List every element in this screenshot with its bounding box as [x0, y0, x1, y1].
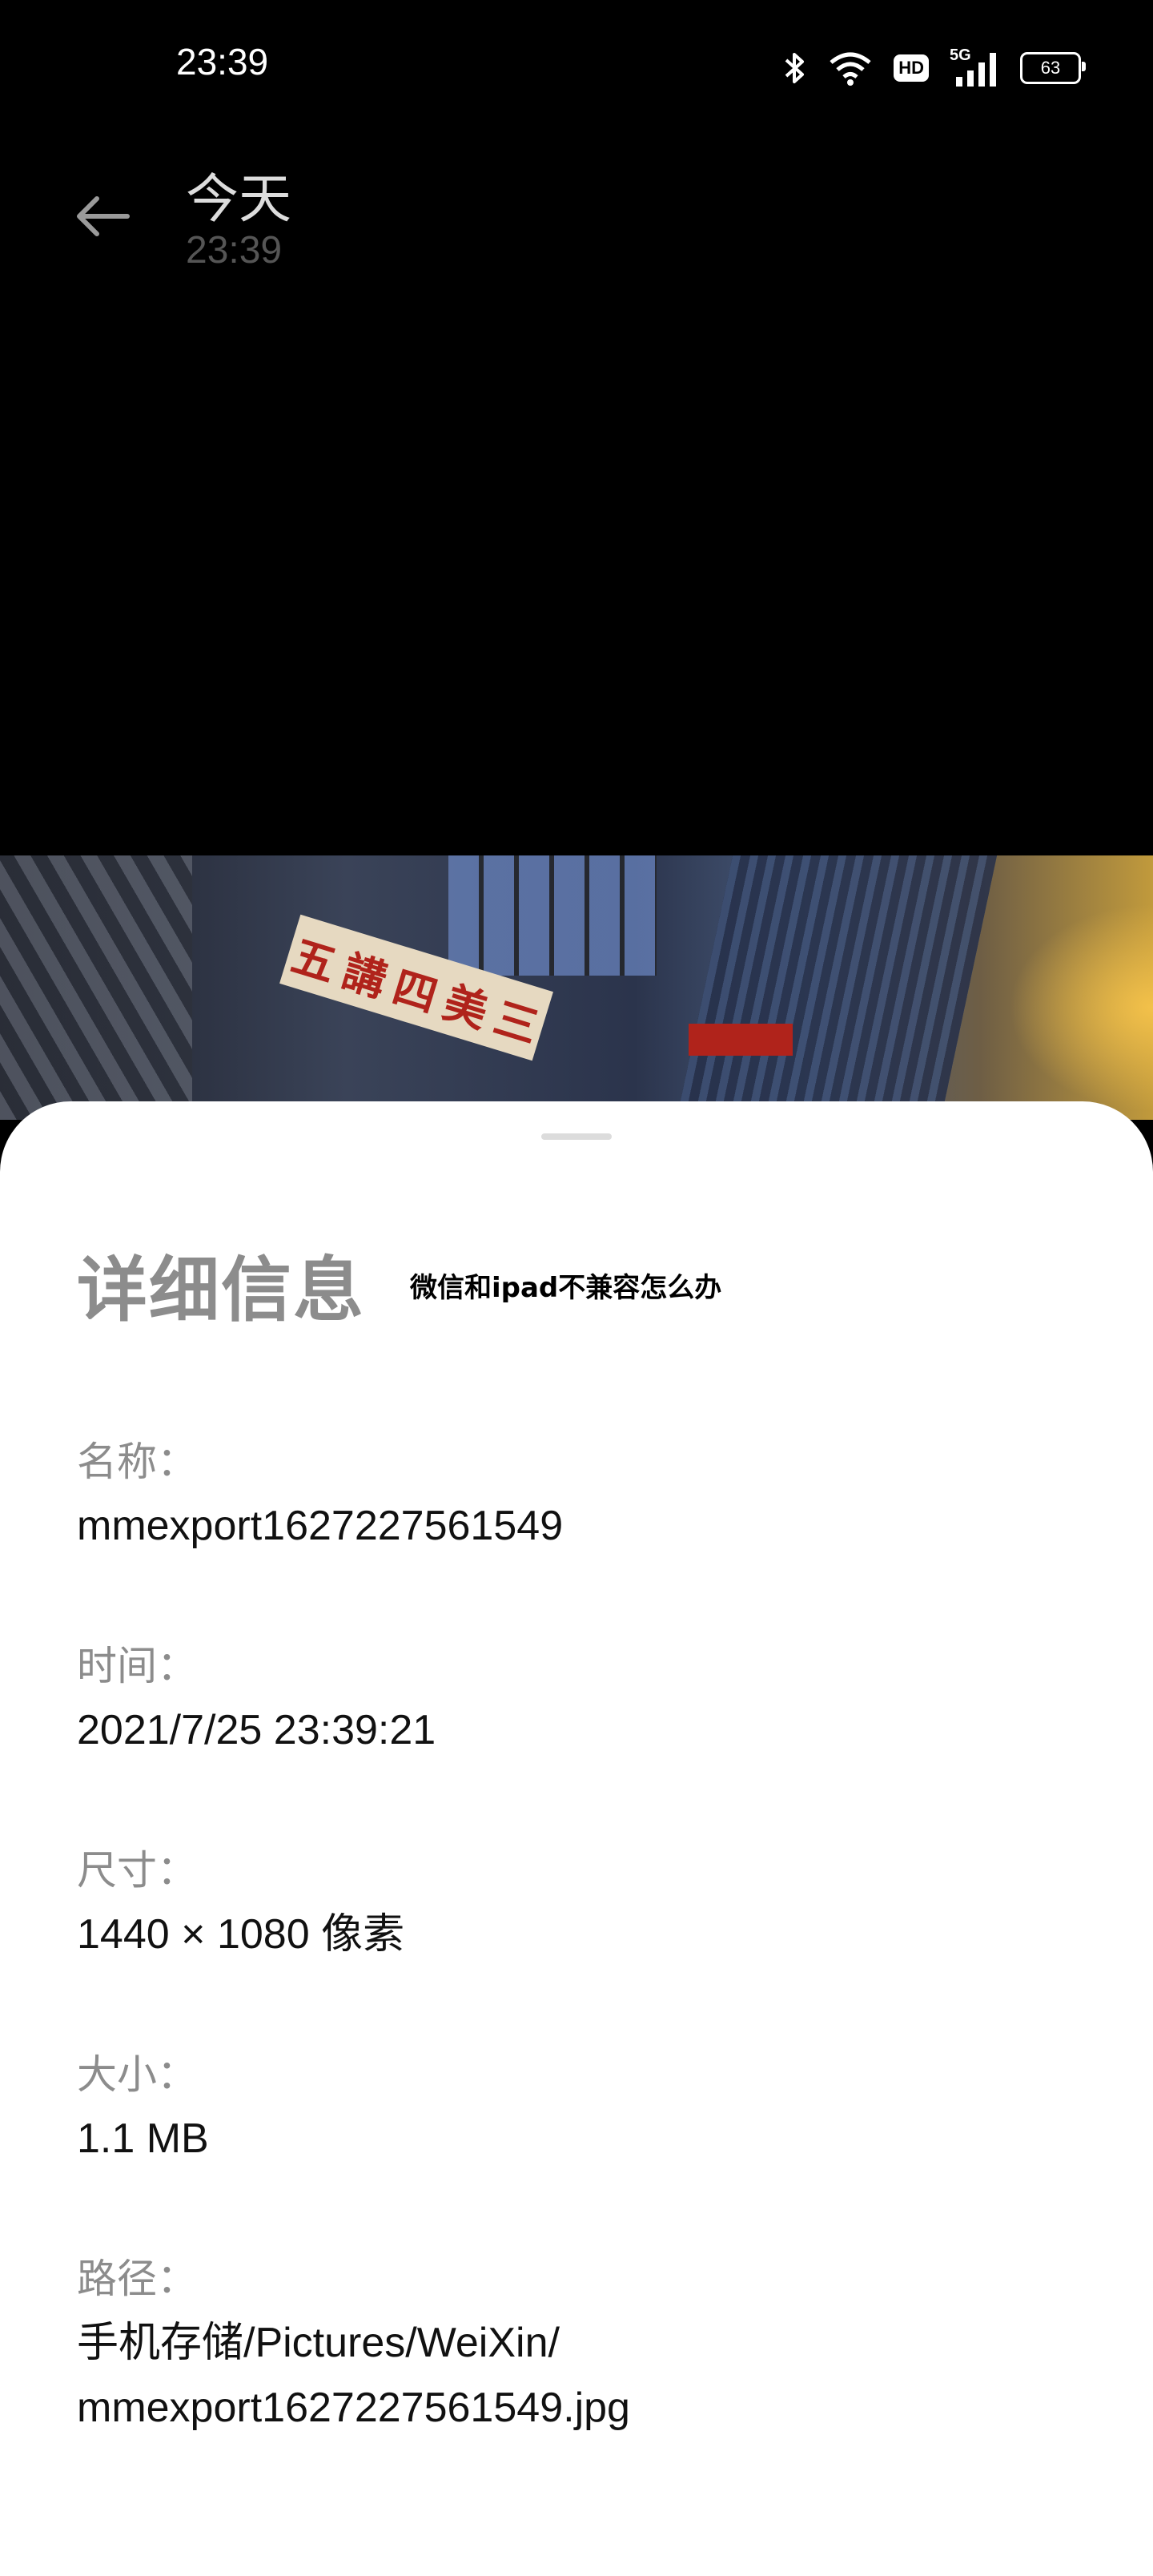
- field-label: 名称：: [77, 1439, 197, 1485]
- sign-char: 五: [286, 929, 343, 992]
- battery-level: 63: [1040, 58, 1061, 78]
- sign-char: 三: [488, 991, 545, 1053]
- field-value: mmexport1627227561549: [77, 1503, 564, 1549]
- field-label: 尺寸：: [77, 1847, 197, 1894]
- field-path: 路径： 手机存储/Pictures/WeiXin/ mmexport162722…: [77, 2247, 1078, 2440]
- field-value[interactable]: 手机存储/Pictures/WeiXin/ mmexport1627227561…: [77, 2311, 1078, 2440]
- field-value: 1440 × 1080 像素: [77, 1911, 405, 1958]
- details-sheet: 详细信息 微信和ipad不兼容怎么办 名称： mmexport162722756…: [0, 1101, 1153, 2576]
- back-button[interactable]: [70, 184, 135, 248]
- sheet-title: 详细信息: [77, 1249, 366, 1331]
- field-name: 名称： mmexport1627227561549: [77, 1430, 1078, 1559]
- status-time: 23:39: [176, 41, 269, 83]
- page-title: 今天: [186, 168, 291, 230]
- watermark-text: 微信和ipad不兼容怎么办: [410, 1272, 722, 1304]
- field-dimensions: 尺寸： 1440 × 1080 像素: [77, 1838, 1078, 1967]
- photo-building-left: [0, 855, 192, 1120]
- photo-windows: [448, 855, 657, 976]
- wifi-icon: [828, 50, 873, 87]
- status-bar: 23:39 HD 5G 63: [0, 0, 1153, 128]
- sign-char: 美: [437, 976, 494, 1038]
- photo-building-right: [676, 855, 998, 1120]
- sheet-drag-handle[interactable]: [541, 1133, 612, 1140]
- field-label: 大小：: [77, 2051, 197, 2098]
- field-label: 路径：: [77, 2256, 197, 2302]
- arrow-left-icon: [77, 196, 130, 236]
- status-icons: HD 5G 63: [783, 44, 1086, 92]
- hd-icon: HD: [894, 54, 929, 82]
- sign-char: 講: [336, 944, 393, 1007]
- page-subtitle-time: 23:39: [186, 229, 283, 272]
- photo-preview[interactable]: 五 講 四 美 三: [0, 855, 1153, 1120]
- field-size: 大小： 1.1 MB: [77, 2043, 1078, 2171]
- photo-streetlight: [1009, 904, 1153, 1112]
- bluetooth-icon: [783, 50, 807, 87]
- field-value: 1.1 MB: [77, 2115, 209, 2162]
- photo-red-sign: [689, 1024, 793, 1056]
- field-time: 时间： 2021/7/25 23:39:21: [77, 1634, 1078, 1763]
- battery-icon: 63: [1020, 52, 1086, 84]
- 5g-signal-icon: 5G: [950, 46, 999, 88]
- sign-char: 四: [387, 960, 444, 1022]
- field-label: 时间：: [77, 1643, 197, 1689]
- field-value: 2021/7/25 23:39:21: [77, 1707, 436, 1753]
